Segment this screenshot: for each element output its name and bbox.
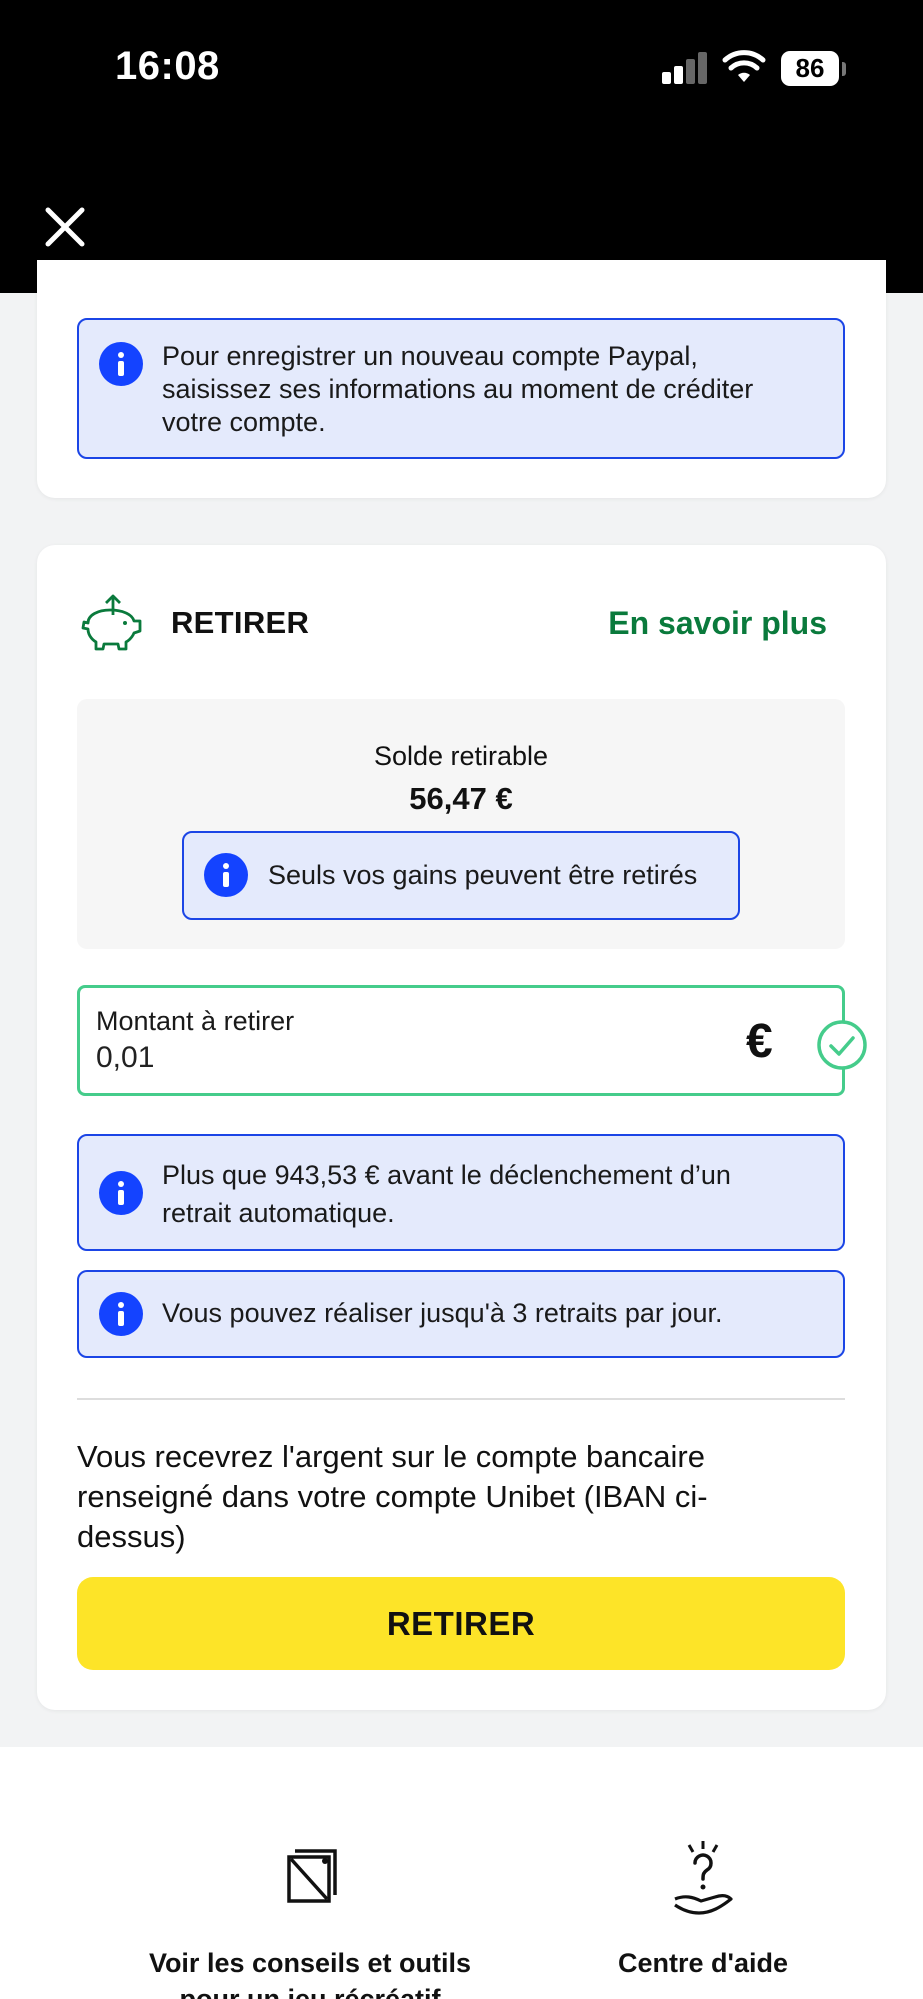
responsible-gaming-icon — [287, 1849, 337, 1903]
withdraw-card: RETIRER En savoir plus Solde retirable 5… — [37, 545, 886, 1710]
battery-tip — [842, 62, 846, 76]
withdraw-button[interactable]: RETIRER — [77, 1577, 845, 1670]
amount-value[interactable]: 0,01 — [96, 1041, 154, 1075]
footer: Voir les conseils et outils pour un jeu … — [0, 1747, 923, 1999]
balance-label: Solde retirable — [373, 741, 549, 771]
help-center-icon — [674, 1841, 733, 1915]
balance-panel: Solde retirable 56,47 € Seuls vos gains … — [77, 699, 845, 949]
withdraw-title: RETIRER — [171, 605, 310, 640]
battery-icon: 86 — [781, 51, 839, 86]
status-bar: 16:08 86 — [0, 0, 923, 140]
info-icon — [99, 1171, 143, 1215]
auto-withdraw-info-box: Plus que 943,53 € avant le déclenchement… — [77, 1134, 845, 1251]
gains-info-text: Seuls vos gains peuvent être retirés — [268, 860, 698, 890]
amount-input[interactable]: Montant à retirer 0,01 € — [77, 985, 867, 1096]
paypal-card: Pour enregistrer un nouveau compte Paypa… — [37, 260, 886, 498]
divider — [77, 1398, 845, 1400]
info-icon — [204, 853, 248, 897]
check-icon — [817, 1020, 867, 1070]
auto-withdraw-info-text: Plus que 943,53 € avant le déclenchement… — [162, 1160, 731, 1228]
signal-icon — [662, 52, 708, 84]
responsible-gaming-label: Voir les conseils et outils pour un jeu … — [148, 1948, 472, 1999]
info-icon — [99, 1292, 143, 1336]
iban-notice: Vous recevrez l'argent sur le compte ban… — [77, 1439, 708, 1554]
paypal-info-box: Pour enregistrer un nouveau compte Paypa… — [77, 318, 845, 459]
wifi-icon — [722, 50, 766, 82]
piggy-bank-icon — [81, 594, 142, 651]
currency-symbol: € — [746, 1015, 773, 1068]
close-icon[interactable] — [38, 200, 92, 254]
status-time: 16:08 — [115, 44, 220, 88]
paypal-info-text: Pour enregistrer un nouveau compte Paypa… — [162, 341, 754, 437]
help-center-label: Centre d'aide — [618, 1948, 788, 1978]
amount-label: Montant à retirer — [96, 1006, 295, 1036]
limit-info-text: Vous pouvez réaliser jusqu'à 3 retraits … — [162, 1298, 723, 1328]
learn-more-link[interactable]: En savoir plus — [608, 605, 827, 642]
balance-value: 56,47 € — [409, 781, 513, 816]
limit-info-box: Vous pouvez réaliser jusqu'à 3 retraits … — [77, 1270, 845, 1358]
gains-info-box: Seuls vos gains peuvent être retirés — [182, 831, 740, 920]
info-icon — [99, 342, 143, 386]
